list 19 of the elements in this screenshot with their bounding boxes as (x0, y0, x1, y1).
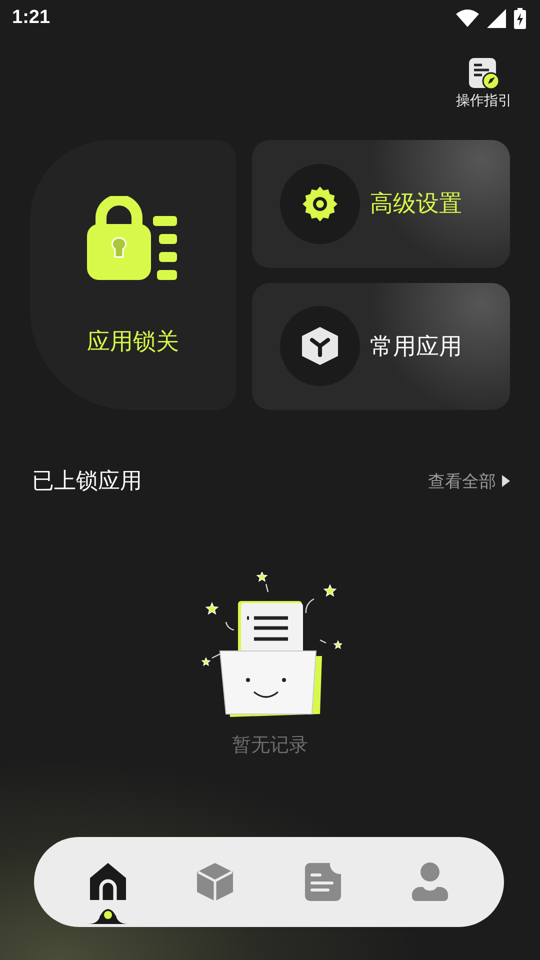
wifi-icon (456, 9, 479, 27)
home-icon (88, 862, 127, 902)
view-all-link[interactable]: 查看全部 (428, 470, 510, 492)
document-icon (304, 862, 342, 902)
apps-card[interactable]: 常用应用 (252, 282, 510, 410)
cube-icon (196, 862, 234, 902)
signal-icon (487, 8, 506, 28)
status-time: 1:21 (12, 7, 50, 29)
guide-button[interactable]: 操作指引 (456, 58, 512, 118)
guide-icon (469, 58, 499, 90)
settings-card[interactable]: 高级设置 (252, 140, 510, 268)
cube-icon (300, 326, 340, 366)
padlock-icon (87, 196, 179, 280)
battery-icon (514, 8, 526, 28)
app-lock-card[interactable]: 应用锁关 (30, 140, 236, 410)
section-title: 已上锁应用 (32, 468, 142, 496)
empty-message: 暂无记录 (232, 733, 308, 758)
user-icon (411, 862, 450, 902)
triangle-icon (502, 475, 510, 487)
